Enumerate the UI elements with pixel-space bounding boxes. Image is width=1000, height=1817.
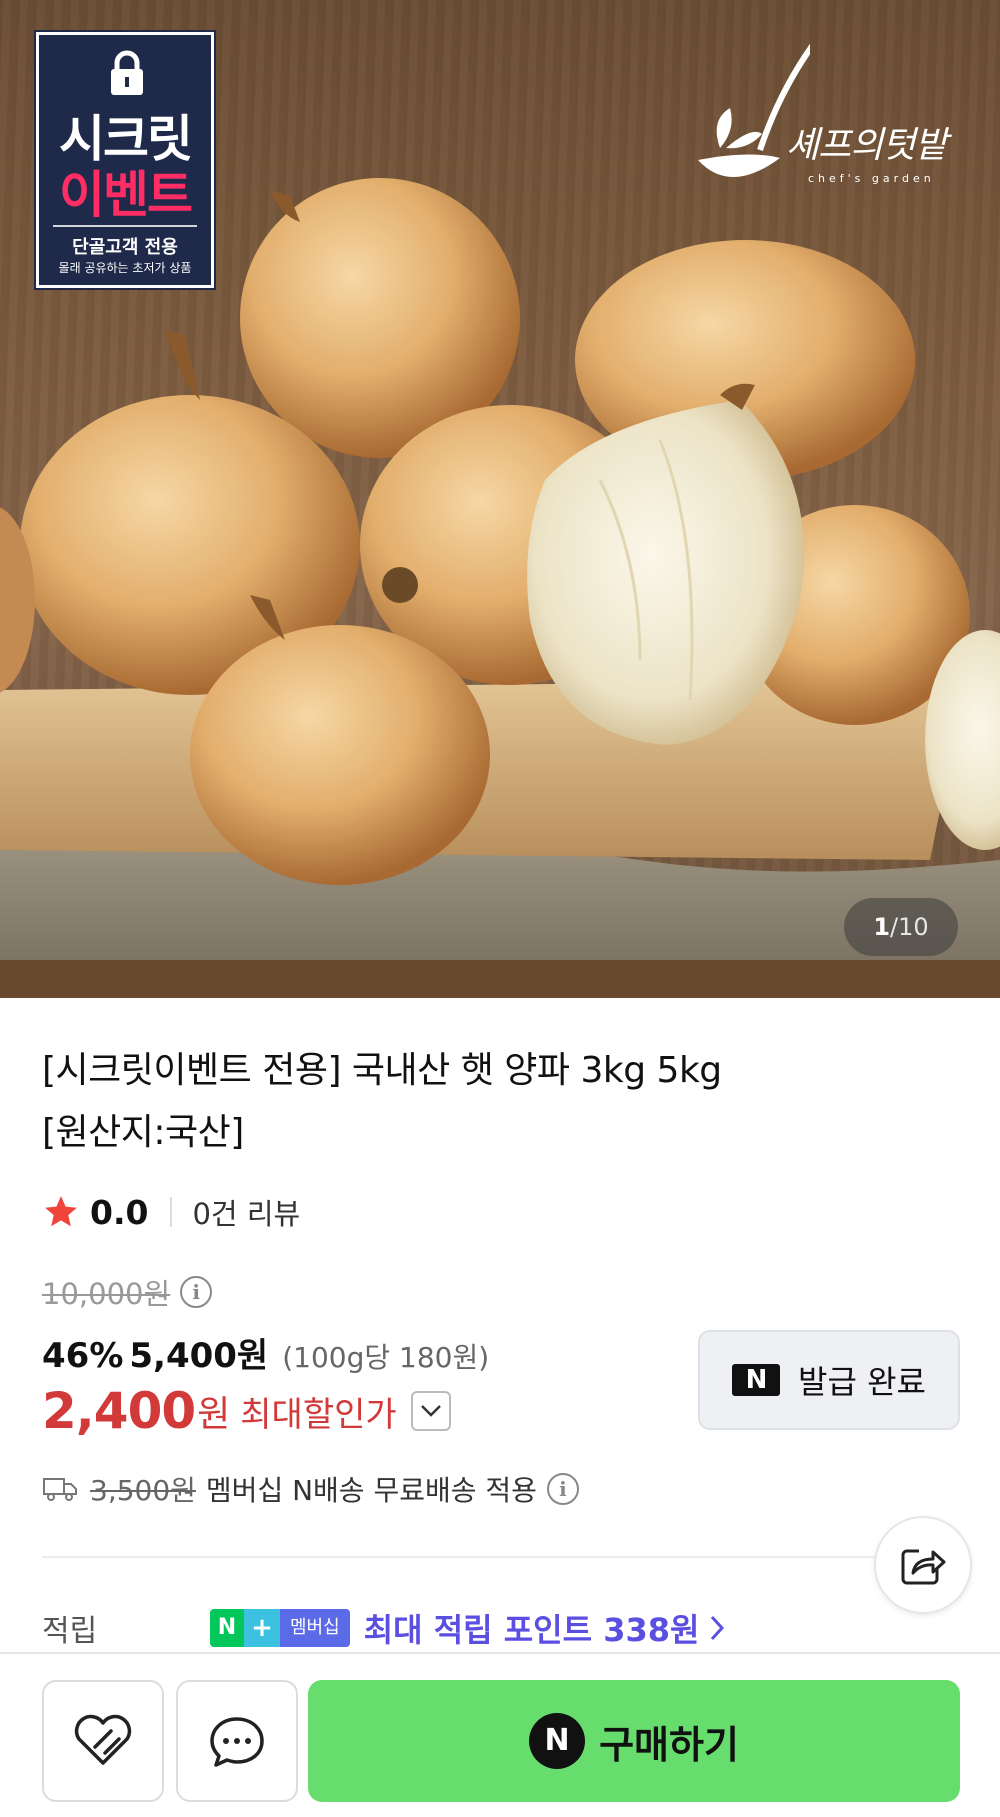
membership-badge-plus: + xyxy=(244,1609,280,1647)
badge-subtitle: 단골고객 전용 xyxy=(72,237,178,258)
rating-score: 0.0 xyxy=(90,1192,149,1232)
unit-price: (100g당 180원) xyxy=(282,1341,490,1374)
max-points-text[interactable]: 최대 적립 포인트 338원 xyxy=(364,1605,700,1651)
sale-price: 5,400원 xyxy=(129,1336,269,1376)
image-counter: 1/10 xyxy=(844,898,958,956)
sale-price-row: 46% 5,400원 (100g당 180원) xyxy=(42,1328,490,1376)
truck-icon xyxy=(43,1478,77,1501)
brand-logo: 셰프의텃밭 chef's garden xyxy=(690,30,970,200)
bottom-action-bar: N 구매하기 xyxy=(0,1652,1000,1817)
share-icon xyxy=(901,1549,946,1585)
product-title-line2: [원산지:국산] xyxy=(42,1112,244,1153)
brand-name: 셰프의텃밭 xyxy=(786,125,948,166)
membership-badge-n: N xyxy=(210,1609,244,1647)
star-icon xyxy=(45,1196,77,1227)
share-button[interactable] xyxy=(874,1516,972,1614)
brand-subtitle: chef's garden xyxy=(808,172,935,185)
review-count[interactable]: 0건 리뷰 xyxy=(192,1191,300,1233)
original-price: 10,000원 xyxy=(42,1277,171,1311)
delivery-row: 3,500원 멤버십 N배송 무료배송 적용 i xyxy=(42,1466,579,1512)
chevron-right-icon[interactable] xyxy=(709,1614,725,1642)
wishlist-button[interactable] xyxy=(42,1680,164,1802)
discount-percent: 46% xyxy=(42,1336,124,1376)
points-row[interactable]: 적립 N + 멤버십 최대 적립 포인트 338원 xyxy=(42,1604,725,1652)
image-counter-current: 1 xyxy=(873,913,891,941)
badge-title-line2: 이벤트 xyxy=(59,166,193,224)
image-counter-total: 10 xyxy=(898,913,929,941)
chevron-down-icon[interactable] xyxy=(410,1391,451,1431)
max-discount-price: 2,400 xyxy=(42,1382,196,1440)
naver-n-icon: N xyxy=(732,1364,781,1396)
coupon-issued-label: 발급 완료 xyxy=(798,1363,926,1401)
max-discount-label: 최대할인가 xyxy=(240,1394,397,1435)
points-label: 적립 xyxy=(42,1614,98,1649)
product-image[interactable]: 시크릿 이벤트 단골고객 전용 몰래 공유하는 초저가 상품 셰프의텃밭 che… xyxy=(0,0,1000,998)
membership-badge-text: 멤버십 xyxy=(280,1609,350,1647)
coupon-issued-button[interactable]: N 발급 완료 xyxy=(698,1330,960,1430)
section-divider xyxy=(42,1556,882,1558)
badge-caption: 몰래 공유하는 초저가 상품 xyxy=(58,261,192,275)
info-icon[interactable]: i xyxy=(180,1276,213,1308)
naver-pay-icon: N xyxy=(529,1713,586,1769)
product-title-line1: [시크릿이벤트 전용] 국내산 햇 양파 3kg 5kg xyxy=(42,1050,722,1091)
delivery-original-fee: 3,500원 xyxy=(90,1474,196,1507)
max-discount-row[interactable]: 2,400 원 최대할인가 xyxy=(42,1378,451,1444)
delivery-text: 멤버십 N배송 무료배송 적용 xyxy=(205,1474,537,1507)
max-discount-currency: 원 xyxy=(197,1394,231,1435)
chat-bubble-icon xyxy=(210,1717,264,1767)
rating-row[interactable]: 0.0 0건 리뷰 xyxy=(42,1192,300,1232)
heart-tag-icon xyxy=(74,1714,132,1765)
membership-badge: N + 멤버십 xyxy=(210,1609,350,1647)
secret-event-badge: 시크릿 이벤트 단골고객 전용 몰래 공유하는 초저가 상품 xyxy=(34,30,216,290)
rating-divider xyxy=(170,1197,173,1227)
buy-button[interactable]: N 구매하기 xyxy=(308,1680,960,1802)
lock-icon xyxy=(111,50,143,95)
chat-button[interactable] xyxy=(176,1680,298,1802)
buy-button-label: 구매하기 xyxy=(599,1722,739,1767)
badge-divider xyxy=(53,225,197,227)
image-counter-separator: / xyxy=(890,913,899,941)
original-price-row: 10,000원 i xyxy=(42,1270,213,1314)
delivery-info-icon[interactable]: i xyxy=(546,1473,579,1505)
product-title: [시크릿이벤트 전용] 국내산 햇 양파 3kg 5kg [원산지:국산] xyxy=(42,1040,942,1164)
